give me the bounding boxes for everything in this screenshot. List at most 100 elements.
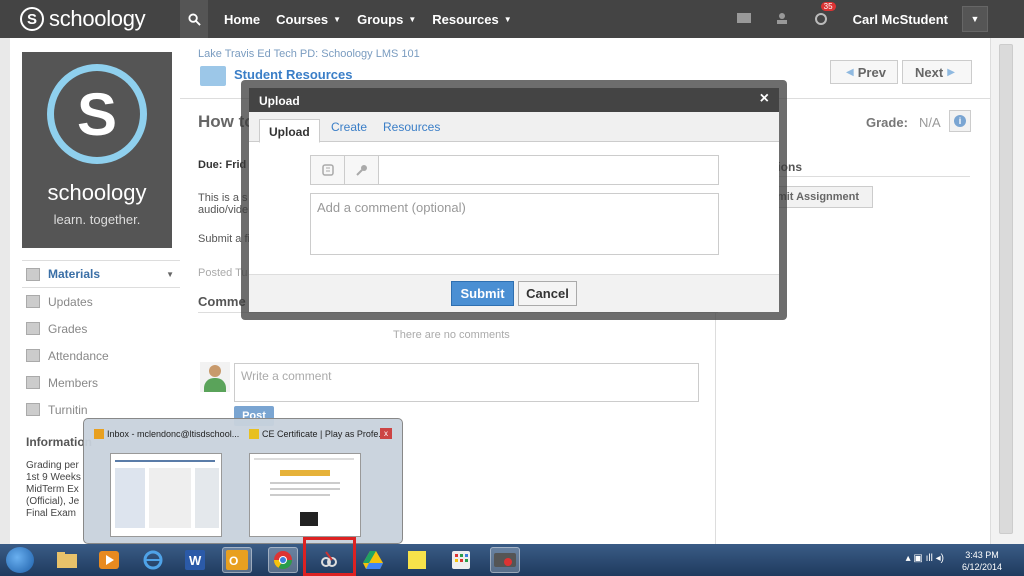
system-tray[interactable]: ▴ ▣ ıll ◂) bbox=[906, 553, 944, 564]
folder-icon bbox=[200, 66, 226, 86]
logo-text: schoology bbox=[49, 6, 146, 31]
scrollbar-thumb[interactable] bbox=[999, 44, 1013, 534]
next-button[interactable]: Next ▶ bbox=[902, 60, 972, 84]
upload-comment-input[interactable]: Add a comment (optional) bbox=[310, 193, 719, 255]
close-icon[interactable]: × bbox=[760, 90, 769, 108]
search-button[interactable] bbox=[180, 0, 208, 38]
tab-create[interactable]: Create bbox=[331, 120, 367, 134]
sidebar-item-label: Updates bbox=[48, 294, 93, 309]
taskbar-google-drive[interactable] bbox=[358, 547, 388, 573]
preview-line bbox=[115, 460, 215, 462]
start-button[interactable] bbox=[6, 547, 34, 573]
file-attach-row bbox=[310, 155, 719, 185]
notifications-icon[interactable]: 35 bbox=[813, 1, 836, 28]
taskbar-word[interactable]: W bbox=[180, 547, 210, 573]
record-audio-button[interactable] bbox=[345, 156, 379, 184]
chevron-right-icon: ▶ bbox=[947, 66, 955, 78]
breadcrumb[interactable]: Lake Travis Ed Tech PD: Schoology LMS 10… bbox=[198, 48, 420, 60]
chevron-down-icon: ▼ bbox=[503, 14, 512, 24]
no-comments-text: There are no comments bbox=[393, 329, 510, 341]
nav-resources[interactable]: Resources ▼ bbox=[432, 12, 511, 27]
info-line: MidTerm Ex bbox=[26, 484, 79, 495]
info-line: Final Exam bbox=[26, 508, 77, 519]
info-line: Grading per bbox=[26, 460, 79, 471]
word-icon: W bbox=[185, 550, 205, 570]
taskbar-explorer[interactable] bbox=[52, 547, 82, 573]
clock-time: 3:43 PM bbox=[965, 550, 999, 560]
nav-courses[interactable]: Courses ▼ bbox=[276, 12, 341, 27]
nav-groups-label: Groups bbox=[357, 11, 404, 27]
user-name[interactable]: Carl McStudent bbox=[853, 12, 948, 27]
modal-tabs: Upload Create Resources bbox=[249, 112, 779, 143]
sidebar-item-label: Turnitin bbox=[48, 402, 88, 417]
taskbar-screen-recorder[interactable] bbox=[490, 547, 520, 573]
preview-line bbox=[270, 494, 330, 496]
sidebar-item-updates[interactable]: Updates bbox=[22, 288, 180, 315]
prev-label: Prev bbox=[857, 64, 886, 80]
taskbar-chrome[interactable] bbox=[268, 547, 298, 573]
top-right-area: 35 Carl McStudent ▼ bbox=[729, 0, 1024, 38]
info-icon: i bbox=[954, 115, 966, 127]
thumbnail-outlook[interactable]: Inbox - mclendonc@ltisdschool... bbox=[94, 427, 239, 537]
grades-icon bbox=[26, 322, 40, 335]
sidebar-item-label: Attendance bbox=[48, 348, 109, 363]
svg-text:W: W bbox=[189, 553, 202, 568]
connections-icon[interactable] bbox=[775, 12, 797, 27]
big-logo-name: schoology bbox=[47, 180, 147, 205]
info-line: 1st 9 Weeks bbox=[26, 472, 81, 483]
attach-file-icon bbox=[321, 164, 334, 176]
google-drive-icon bbox=[363, 551, 383, 569]
outlook-icon bbox=[94, 429, 104, 439]
big-logo-letter: S bbox=[54, 71, 140, 157]
nav-home[interactable]: Home bbox=[224, 12, 260, 27]
sidebar-item-attendance[interactable]: Attendance bbox=[22, 342, 180, 369]
attach-file-button[interactable] bbox=[311, 156, 345, 184]
avatar bbox=[200, 362, 230, 392]
preview-line bbox=[149, 468, 191, 528]
ie-icon bbox=[143, 550, 163, 570]
folder-icon bbox=[57, 552, 77, 568]
windows-taskbar: W O ▴ ▣ ıll ◂) 3:43 PM 6/12/2014 bbox=[0, 544, 1024, 576]
thumbnail-title: Inbox - mclendonc@ltisdschool... bbox=[94, 427, 239, 441]
preview-line bbox=[195, 468, 219, 528]
sticky-notes-icon bbox=[408, 551, 426, 569]
taskbar-internet-explorer[interactable] bbox=[138, 547, 168, 573]
prev-button[interactable]: ◀ Prev bbox=[830, 60, 898, 84]
members-icon bbox=[26, 376, 40, 389]
preview-line bbox=[254, 458, 354, 460]
tab-resources[interactable]: Resources bbox=[383, 120, 440, 134]
thumbnail-chrome[interactable]: CE Certificate | Play as Profe... x bbox=[249, 427, 394, 537]
taskbar-sticky-notes[interactable] bbox=[402, 547, 432, 573]
updates-icon bbox=[26, 295, 40, 308]
big-logo-tagline: learn. together. bbox=[53, 212, 141, 227]
chrome-tab-icon bbox=[249, 429, 259, 439]
thumbnail-title: CE Certificate | Play as Profe... bbox=[249, 427, 394, 441]
submit-button[interactable]: Submit bbox=[451, 281, 514, 306]
tab-upload[interactable]: Upload bbox=[259, 119, 320, 143]
cancel-button[interactable]: Cancel bbox=[518, 281, 577, 306]
taskbar-media-player[interactable] bbox=[94, 547, 124, 573]
taskbar-apps[interactable] bbox=[446, 547, 476, 573]
attendance-icon bbox=[26, 349, 40, 362]
sidebar-item-materials[interactable]: Materials ▼ bbox=[22, 260, 180, 288]
schoology-logo[interactable]: S schoology bbox=[20, 6, 170, 32]
messages-icon[interactable] bbox=[736, 12, 759, 26]
close-icon[interactable]: x bbox=[380, 428, 392, 439]
nav-groups[interactable]: Groups ▼ bbox=[357, 12, 416, 27]
big-logo-circle: S bbox=[47, 64, 147, 164]
top-nav-bar: S schoology Home Courses ▼ Groups ▼ Resour… bbox=[0, 0, 1024, 38]
turnitin-icon bbox=[26, 403, 40, 416]
thumbnail-preview-outlook bbox=[110, 453, 222, 537]
user-menu-button[interactable]: ▼ bbox=[962, 6, 988, 32]
sidebar-item-grades[interactable]: Grades bbox=[22, 315, 180, 342]
avatar-head bbox=[209, 365, 221, 377]
grade-info-button[interactable]: i bbox=[949, 110, 971, 132]
sidebar-item-label: Materials bbox=[48, 267, 101, 281]
system-clock[interactable]: 3:43 PM 6/12/2014 bbox=[962, 549, 1002, 573]
taskbar-outlook[interactable]: O bbox=[222, 547, 252, 573]
info-line: (Official), Je bbox=[26, 496, 80, 507]
sidebar-item-members[interactable]: Members bbox=[22, 369, 180, 396]
comment-input[interactable]: Write a comment bbox=[234, 363, 699, 402]
page-scrollbar[interactable] bbox=[990, 38, 1024, 544]
chevron-down-icon: ▼ bbox=[166, 269, 174, 279]
